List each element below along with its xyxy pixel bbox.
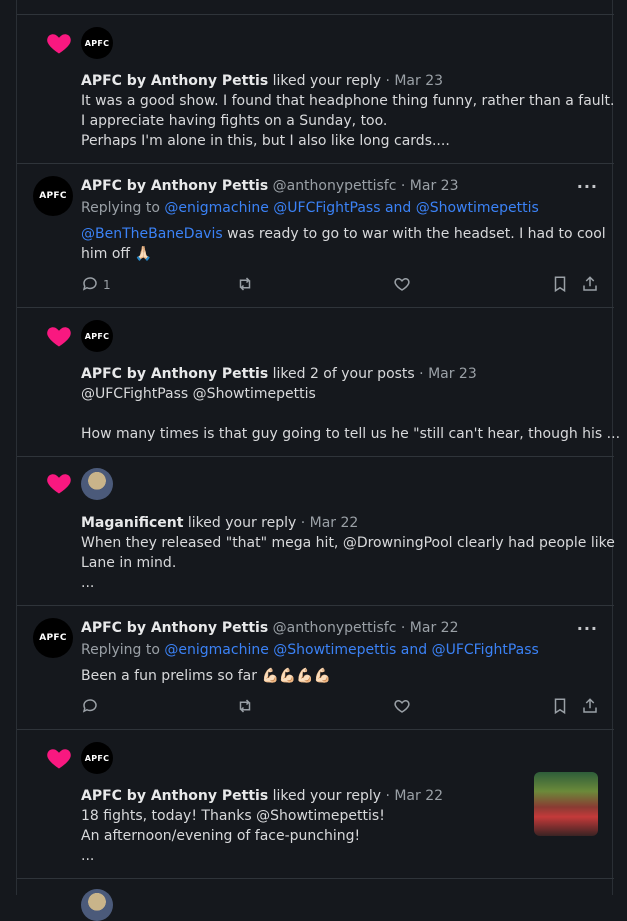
bookmark-icon[interactable] (551, 697, 571, 717)
reply-text-line: When they released "that" mega hit, @Dro… (81, 535, 615, 551)
reply-icon[interactable]: 1 (81, 275, 111, 295)
notification-header: Maganificent liked your reply · Mar 22 (81, 514, 358, 532)
timestamp: · Mar 22 (385, 788, 444, 804)
notification-action: liked your reply (272, 788, 381, 804)
notification-header: APFC by Anthony Pettis liked your reply … (81, 72, 443, 90)
post-text: was ready to go to war with the headset.… (222, 226, 606, 242)
reply-post-2[interactable]: APFC APFC by Anthony Pettis @anthonypett… (17, 606, 614, 730)
reply-text-line: ... (81, 848, 95, 864)
post-text-line: @UFCFightPass @Showtimepettis (81, 386, 316, 402)
timestamp: · Mar 23 (385, 73, 444, 89)
heart-icon (45, 469, 73, 497)
avatar[interactable]: APFC (81, 742, 113, 774)
notification-like-4[interactable]: APFC APFC by Anthony Pettis liked your r… (17, 730, 614, 879)
avatar[interactable]: APFC (81, 27, 113, 59)
repost-icon[interactable] (236, 275, 256, 295)
timestamp[interactable]: · Mar 23 (401, 178, 459, 194)
mention-link[interactable]: @BenTheBaneDavis (81, 226, 223, 242)
heart-icon (45, 322, 73, 350)
post-actions: 1 (81, 275, 601, 295)
user-name[interactable]: APFC by Anthony Pettis (81, 788, 268, 804)
reply-count: 1 (103, 278, 111, 292)
replying-to-label: Replying to (81, 200, 160, 216)
notification-like-1[interactable]: APFC APFC by Anthony Pettis liked your r… (17, 15, 615, 164)
more-options-icon[interactable]: ··· (577, 619, 598, 638)
reply-text-line: 18 fights, today! Thanks @Showtimepettis… (81, 808, 385, 824)
replying-to: Replying to @enigmachine @Showtimepettis… (81, 641, 539, 659)
post-thumbnail[interactable] (534, 772, 598, 836)
notifications-feed: APFC APFC by Anthony Pettis liked your r… (16, 0, 620, 921)
user-name[interactable]: APFC by Anthony Pettis (81, 620, 268, 636)
post-header: APFC by Anthony Pettis @anthonypettisfc … (81, 619, 458, 637)
reply-text-line: Perhaps I'm alone in this, but I also li… (81, 133, 450, 149)
reply-text-line: I appreciate having fights on a Sunday, … (81, 113, 388, 129)
reply-icon[interactable] (81, 697, 101, 717)
repost-icon[interactable] (236, 697, 256, 717)
user-name[interactable]: APFC by Anthony Pettis (81, 178, 268, 194)
share-icon[interactable] (581, 697, 601, 717)
bookmark-icon[interactable] (551, 275, 571, 295)
notification-action: liked your reply (272, 73, 381, 89)
reply-text-line: ... (81, 575, 95, 591)
like-icon[interactable] (393, 697, 413, 717)
user-name[interactable]: APFC by Anthony Pettis (81, 73, 268, 89)
replying-to-handles[interactable]: @enigmachine @UFCFightPass and @Showtime… (164, 200, 538, 216)
notification-like-2[interactable]: APFC APFC by Anthony Pettis liked 2 of y… (17, 308, 620, 457)
heart-icon (45, 29, 73, 57)
notification-header: APFC by Anthony Pettis liked 2 of your p… (81, 365, 477, 383)
notification-header: APFC by Anthony Pettis liked your reply … (81, 787, 443, 805)
user-handle[interactable]: @anthonypettisfc (273, 620, 397, 636)
notification-item-partial (17, 0, 614, 15)
replying-to: Replying to @enigmachine @UFCFightPass a… (81, 199, 539, 217)
avatar[interactable]: APFC (81, 320, 113, 352)
avatar[interactable] (81, 889, 113, 921)
like-icon[interactable] (393, 275, 413, 295)
user-name[interactable]: Maganificent (81, 515, 183, 531)
post-text-line: How many times is that guy going to tell… (81, 426, 621, 442)
reply-text-line: It was a good show. I found that headpho… (81, 93, 615, 109)
post-text-line: @BenTheBaneDavis was ready to go to war … (81, 225, 606, 243)
post-header: APFC by Anthony Pettis @anthonypettisfc … (81, 177, 458, 195)
avatar[interactable]: APFC (33, 176, 73, 216)
timestamp: · Mar 23 (419, 366, 477, 382)
replying-to-label: Replying to (81, 642, 160, 658)
more-options-icon[interactable]: ··· (577, 177, 598, 196)
timestamp: · Mar 22 (300, 515, 359, 531)
post-actions (81, 697, 601, 717)
post-text-line: him off 🙏🏻 (81, 246, 152, 262)
reply-text-line: An afternoon/evening of face-punching! (81, 828, 361, 844)
reply-post-1[interactable]: APFC APFC by Anthony Pettis @anthonypett… (17, 164, 614, 308)
replying-to-handles[interactable]: @enigmachine @Showtimepettis and @UFCFig… (164, 642, 538, 658)
avatar[interactable] (81, 468, 113, 500)
user-name[interactable]: APFC by Anthony Pettis (81, 366, 268, 382)
user-handle[interactable]: @anthonypettisfc (273, 178, 397, 194)
share-icon[interactable] (581, 275, 601, 295)
notification-action: liked 2 of your posts (272, 366, 415, 382)
heart-icon (45, 744, 73, 772)
notification-action: liked your reply (187, 515, 297, 531)
reply-text-line: Lane in mind. (81, 555, 177, 571)
avatar[interactable]: APFC (33, 618, 73, 658)
notification-like-3[interactable]: Maganificent liked your reply · Mar 22 W… (17, 457, 615, 606)
post-text: Been a fun prelims so far 💪🏻💪🏻💪🏻💪🏻 (81, 668, 332, 684)
timestamp[interactable]: · Mar 22 (401, 620, 459, 636)
